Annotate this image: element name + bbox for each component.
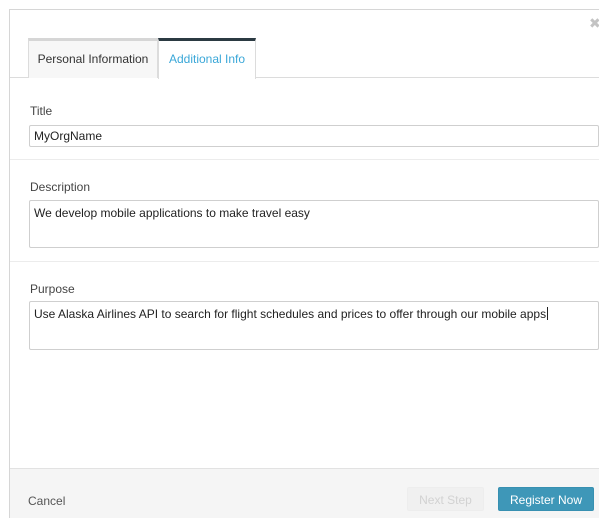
title-input-value: MyOrgName [34,129,103,143]
register-now-button-label: Register Now [509,493,583,507]
tab-personal-information-label: Personal Information [37,52,149,66]
register-now-button[interactable]: Register Now [498,487,594,511]
divider [10,261,599,262]
tab-personal-information[interactable]: Personal Information [28,38,158,78]
description-textarea-value: We develop mobile applications to make t… [34,206,310,220]
dialog-footer: Cancel Next Step Register Now [10,468,599,518]
purpose-textarea[interactable]: Use Alaska Airlines API to search for fl… [29,301,599,350]
purpose-label: Purpose [30,282,75,296]
description-label: Description [30,180,91,194]
tab-additional-info-label: Additional Info [168,52,246,66]
close-icon[interactable]: ✖ [589,16,599,30]
cancel-link[interactable]: Cancel [28,494,65,508]
divider [10,159,599,160]
title-label: Title [30,104,53,118]
tab-bar: Personal Information Additional Info [10,38,599,79]
registration-dialog: ✖ Personal Information Additional Info T… [9,9,599,518]
tab-additional-info[interactable]: Additional Info [158,38,256,79]
description-textarea[interactable]: We develop mobile applications to make t… [29,200,599,248]
next-step-button-label: Next Step [419,493,472,507]
next-step-button[interactable]: Next Step [407,487,484,511]
title-input[interactable]: MyOrgName [29,125,599,147]
purpose-textarea-value: Use Alaska Airlines API to search for fl… [34,307,547,321]
text-cursor [547,307,549,320]
